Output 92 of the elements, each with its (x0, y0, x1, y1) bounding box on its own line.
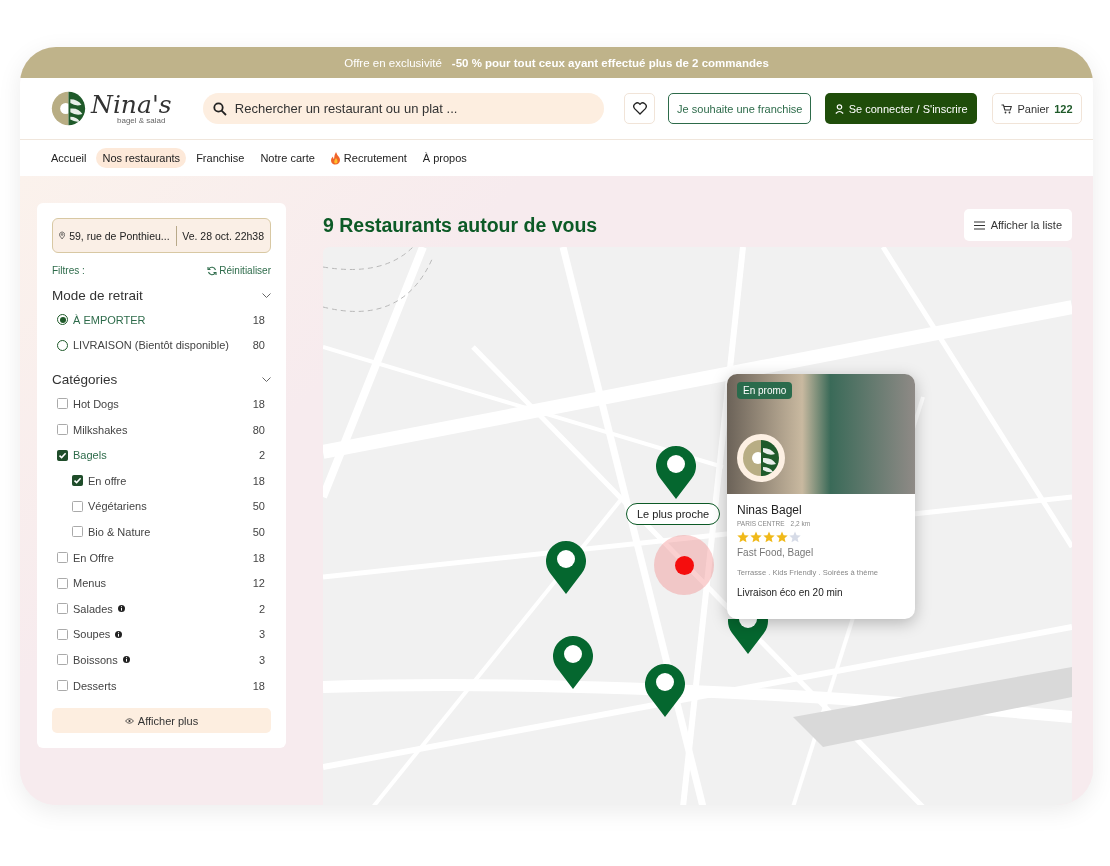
promo-intro: Offre en exclusivité (344, 56, 442, 69)
brand-name: Nina's (91, 92, 172, 117)
brand-tagline: bagel & salad (117, 117, 167, 125)
option-label: À EMPORTER (73, 313, 146, 326)
option-count: 18 (252, 313, 266, 326)
category-count: 3 (258, 653, 266, 666)
franchise-button[interactable]: Je souhaite une franchise (668, 93, 812, 124)
category-label: Végétariens (88, 500, 147, 513)
nav-link[interactable]: Nos restaurants (96, 148, 187, 168)
nav-link[interactable]: À propos (416, 148, 473, 168)
eye-icon (124, 717, 134, 724)
user-icon (834, 103, 844, 114)
filters-label: Filtres : (52, 265, 85, 276)
category-count: 3 (258, 628, 266, 641)
chevron-down-icon (262, 293, 271, 298)
category-label: Soupes (73, 628, 111, 641)
heart-icon (632, 102, 647, 115)
category-count: 50 (252, 500, 266, 513)
section-title: Mode de retrait (52, 288, 143, 303)
logo-icon (50, 90, 87, 127)
nav-link[interactable]: Franchise (190, 148, 251, 168)
map-pin-icon[interactable] (545, 540, 587, 595)
checkbox[interactable] (57, 449, 68, 461)
chevron-down-icon (262, 377, 271, 383)
address-text: 59, rue de Ponthieu... (69, 229, 170, 242)
checkbox[interactable] (57, 398, 68, 410)
restaurant-logo-icon (741, 438, 781, 478)
category-label: Boissons (73, 653, 118, 666)
current-location-marker (654, 535, 714, 595)
category-label: Hot Dogs (73, 398, 119, 410)
restaurant-name: Ninas Bagel (737, 503, 803, 517)
promo-badge: En promo (737, 382, 793, 399)
option-count: 80 (252, 339, 266, 352)
map-pin-icon[interactable] (644, 663, 686, 718)
nav-link[interactable]: Recrutement (324, 147, 413, 169)
checkbox[interactable] (57, 603, 68, 615)
star-icon (737, 531, 749, 543)
option-label: LIVRAISON (Bientôt disponible) (73, 339, 229, 352)
category-count: 80 (252, 423, 266, 436)
category-label: Menus (73, 577, 107, 590)
checkbox[interactable] (57, 552, 68, 564)
cart-button[interactable]: Panier 122 (992, 93, 1082, 124)
category-count: 18 (252, 398, 266, 410)
section-title: Catégories (52, 372, 118, 388)
checkbox[interactable] (72, 526, 83, 538)
category-label: En offre (88, 474, 127, 487)
checkbox[interactable] (57, 680, 68, 691)
favorites-button[interactable] (624, 93, 656, 124)
category-count: 50 (252, 525, 266, 538)
category-count: 18 (252, 474, 266, 487)
refresh-icon (207, 265, 218, 276)
page-title: 9 Restaurants autour de vous (323, 213, 598, 237)
checkbox[interactable] (57, 628, 68, 640)
checkbox[interactable] (57, 424, 68, 436)
show-list-button[interactable]: Afficher la liste (963, 209, 1072, 241)
cuisine-text: Fast Food, Bagel (737, 547, 815, 558)
checkbox[interactable] (72, 500, 83, 512)
cart-icon (1001, 103, 1013, 114)
search-field[interactable]: Rechercher un restaurant ou un plat ... (202, 93, 605, 124)
location-field[interactable]: 59, rue de Ponthieu... Ve. 28 oct. 22h38 (52, 218, 271, 253)
checkbox[interactable] (72, 475, 83, 487)
star-icon (763, 531, 775, 543)
category-count: 2 (258, 602, 266, 615)
reset-link[interactable]: Réinitialiser (207, 265, 271, 276)
category-label: Milkshakes (73, 423, 128, 436)
star-icon (776, 531, 788, 543)
category-count: 18 (252, 679, 266, 692)
list-icon (973, 220, 985, 230)
nav-link[interactable]: Notre carte (254, 148, 321, 168)
category-label: Salades (73, 602, 113, 615)
category-count: 18 (252, 551, 266, 564)
location-pin-icon (59, 230, 66, 241)
delivery-text: Livraison éco en 20 min (737, 587, 844, 598)
map-pin-icon[interactable] (655, 445, 697, 500)
category-count: 2 (258, 449, 266, 462)
category-label: Desserts (73, 679, 117, 692)
date-time-text: Ve. 28 oct. 22h38 (182, 229, 264, 242)
category-label: Bagels (73, 449, 107, 462)
star-icon (750, 531, 762, 543)
star-icon (789, 531, 801, 543)
checkbox[interactable] (57, 577, 68, 589)
category-label: Bio & Nature (88, 525, 151, 538)
nearest-label: Le plus proche (626, 503, 721, 525)
show-more-button[interactable]: Afficher plus (52, 708, 271, 733)
category-label: En Offre (73, 551, 114, 564)
category-count: 12 (252, 577, 266, 590)
promo-offer: -50 % pour tout ceux ayant effectué plus de 2 commandes (451, 56, 769, 69)
checkbox[interactable] (57, 654, 68, 666)
flame-icon (330, 151, 341, 165)
nav-link[interactable]: Accueil (45, 148, 93, 168)
map-pin-icon[interactable] (552, 635, 594, 690)
login-button[interactable]: Se connecter / S'inscrire (825, 93, 978, 124)
